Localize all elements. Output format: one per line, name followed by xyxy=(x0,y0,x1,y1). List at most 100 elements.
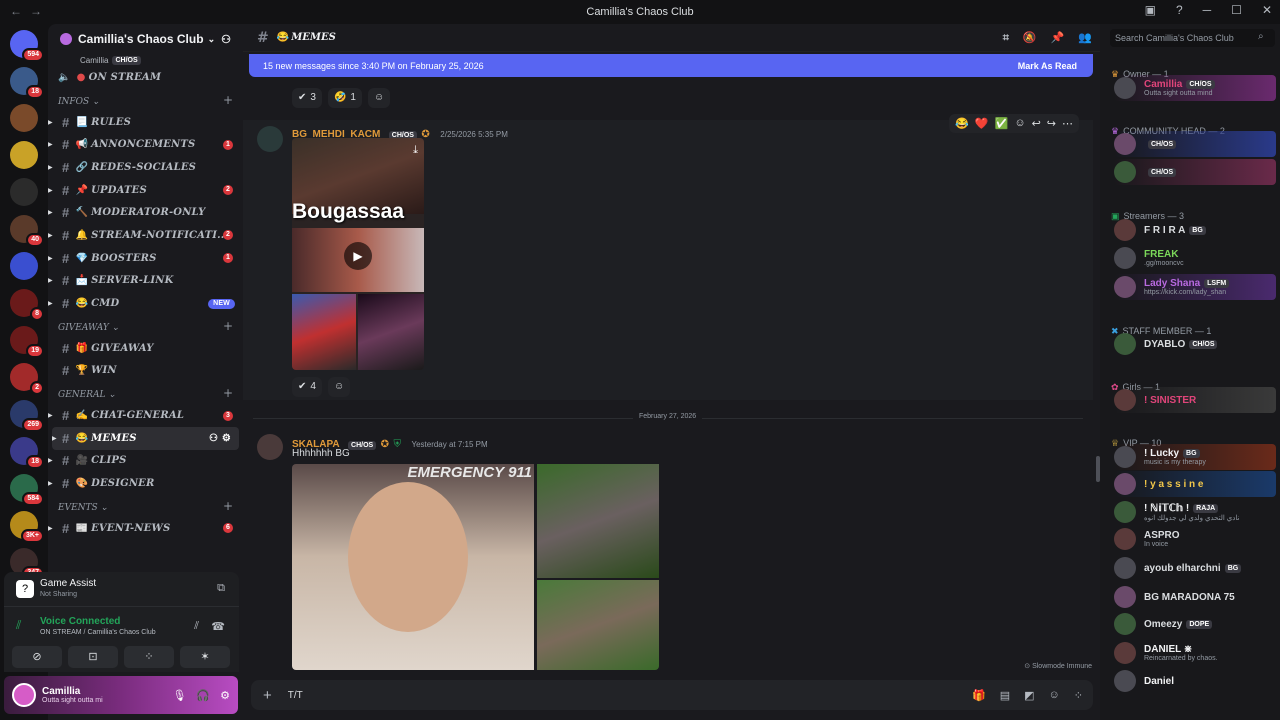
category-events[interactable]: EVENTS ⌄ + xyxy=(48,495,243,517)
reaction[interactable]: ✔ 4 xyxy=(292,376,322,397)
member-item[interactable]: Camillia CH/OS Outta sight outta mind xyxy=(1114,75,1276,101)
server-icon[interactable]: 584 xyxy=(10,474,44,506)
server-icon[interactable]: 8 xyxy=(10,289,44,321)
voice-user-row[interactable]: Camillia CH/OS xyxy=(48,54,243,66)
channel-redes-sociales[interactable]: ▶ # 🔗 REDES-SOCIALES xyxy=(48,156,243,179)
add-reaction-icon[interactable]: ☺ xyxy=(1014,117,1025,130)
member-item[interactable]: CH/OS xyxy=(1114,159,1276,185)
minimize-button[interactable]: ─ xyxy=(1203,3,1212,17)
member-item[interactable]: ! y a s s i n e xyxy=(1114,471,1276,497)
server-icon[interactable] xyxy=(10,141,38,169)
maximize-button[interactable]: ☐ xyxy=(1231,3,1242,17)
server-icon[interactable]: 3K+ xyxy=(10,511,44,543)
image-attachment[interactable] xyxy=(537,580,659,670)
emoji-icon[interactable]: ☺ xyxy=(1049,689,1060,702)
category-infos[interactable]: INFOS ⌄ + xyxy=(48,89,243,111)
channel-clips[interactable]: ▶ # 🎥 CLIPS xyxy=(48,450,243,473)
laugh-react-icon[interactable]: 😂 xyxy=(955,117,969,130)
reaction[interactable]: ✔ 3 xyxy=(292,87,322,108)
add-reaction-icon[interactable]: ☺ xyxy=(327,376,351,397)
server-icon[interactable]: 2 xyxy=(10,363,44,395)
image-attachment[interactable]: EMERGENCY 911 xyxy=(292,464,534,670)
noise-suppression-icon[interactable]: ⫽ xyxy=(194,620,199,633)
new-messages-banner[interactable]: 15 new messages since 3:40 PM on Februar… xyxy=(249,54,1093,77)
member-item[interactable]: F R I R A BG xyxy=(1114,217,1276,243)
gear-icon[interactable]: ⚙ xyxy=(220,689,230,702)
member-item[interactable]: DANIEL ⋇ Reincarnated by chaos. xyxy=(1114,640,1276,666)
add-channel-icon[interactable]: + xyxy=(223,386,233,400)
gift-icon[interactable]: 🎁 xyxy=(972,689,986,702)
sticker-icon[interactable]: ◩ xyxy=(1024,689,1034,702)
forward-icon[interactable]: ↪ xyxy=(1047,117,1056,130)
apps-icon[interactable]: ⁘ xyxy=(1074,689,1083,702)
member-item[interactable]: CH/OS xyxy=(1114,131,1276,157)
server-icon[interactable] xyxy=(10,252,38,280)
channel-settings-icon[interactable]: ⚇ ⚙ xyxy=(209,433,231,444)
microphone-icon[interactable]: 🎙 xyxy=(172,689,186,702)
channel-boosters[interactable]: ▶ # 💎 BOOSTERS 1 xyxy=(48,247,243,270)
member-list-icon[interactable]: 👥 xyxy=(1078,31,1092,45)
add-channel-icon[interactable]: + xyxy=(223,319,233,333)
add-reaction-icon[interactable]: ☺ xyxy=(367,87,391,108)
reaction[interactable]: 🤣 1 xyxy=(327,87,362,108)
activities-button[interactable]: ⁘ xyxy=(124,646,174,668)
avatar[interactable] xyxy=(12,683,36,707)
reply-icon[interactable]: ↩ xyxy=(1032,117,1041,130)
channel-chat-general[interactable]: ▶ # ✍ CHAT-GENERAL 3 xyxy=(48,404,243,427)
server-icon[interactable]: 18 xyxy=(10,67,44,99)
help-icon[interactable]: ? xyxy=(1176,3,1183,17)
server-icon[interactable]: 19 xyxy=(10,326,44,358)
pin-icon[interactable]: 📌 xyxy=(1051,31,1065,45)
channel-memes[interactable]: ▶ # 😂 MEMES ⚇ ⚙ xyxy=(52,426,239,450)
channel-annoncements[interactable]: ▶ # 📢 ANNONCEMENTS 1 xyxy=(48,133,243,156)
member-item[interactable]: DYABLO CH/OS xyxy=(1114,331,1276,357)
member-item[interactable]: ayoub elharchni BG xyxy=(1114,555,1276,581)
member-item[interactable]: ! Lucky BG music is my therapy xyxy=(1114,444,1276,470)
channel-updates[interactable]: ▶ # 📌 UPDATES 2 xyxy=(48,179,243,202)
more-icon[interactable]: ⋯ xyxy=(1062,117,1073,130)
screen-share-button[interactable]: ⊡ xyxy=(68,646,118,668)
mark-as-read-button[interactable]: Mark As Read xyxy=(1018,61,1077,71)
gif-icon[interactable]: ▤ xyxy=(1000,689,1010,702)
download-icon[interactable]: ⤓ xyxy=(413,144,418,157)
member-item[interactable]: BG MARADONA 75 xyxy=(1114,584,1276,610)
member-item[interactable]: Omeezy DOPE xyxy=(1114,611,1276,637)
server-icon[interactable] xyxy=(10,104,38,132)
server-header[interactable]: Camillia's Chaos Club ⌄ ⚇ xyxy=(48,24,243,54)
message-input[interactable]: T/T xyxy=(288,690,303,701)
video-embed[interactable]: Bougassaa ▶ ⤓ xyxy=(292,138,424,370)
channel-stream-notificati[interactable]: ▶ # 🔔 STREAM-NOTIFICATI... 2 xyxy=(48,224,243,247)
add-channel-icon[interactable]: + xyxy=(223,499,233,513)
server-icon[interactable]: 594 xyxy=(10,30,44,62)
member-item[interactable]: Daniel xyxy=(1114,668,1276,694)
channel-rules[interactable]: ▶ # 📃 RULES xyxy=(48,111,243,134)
threads-icon[interactable]: ⌗ xyxy=(1003,31,1009,45)
server-icon[interactable]: 40 xyxy=(10,215,44,247)
voice-channel-on-stream[interactable]: 🔈 ● ON STREAM xyxy=(48,66,243,89)
channel-moderator-only[interactable]: ▶ # 🔨 MODERATOR-ONLY xyxy=(48,201,243,224)
channel-giveaway[interactable]: # 🎁 GIVEAWAY xyxy=(48,337,243,360)
member-item[interactable]: FREAK .gg/mooncvc xyxy=(1114,245,1276,271)
channel-cmd[interactable]: ▶ # 😂 CMD NEW xyxy=(48,292,243,315)
disconnect-icon[interactable]: ☎ xyxy=(211,620,225,633)
member-item[interactable]: ! SINISTER xyxy=(1114,387,1276,413)
camera-off-button[interactable]: ⊘ xyxy=(12,646,62,668)
member-item[interactable]: Lady Shana LSFM https://kick.com/lady_shan xyxy=(1114,274,1276,300)
headphones-icon[interactable]: 🎧 xyxy=(196,689,210,702)
search-input[interactable]: Search Camillia's Chaos Club xyxy=(1110,29,1275,47)
mute-icon[interactable]: 🔕 xyxy=(1023,31,1037,45)
avatar[interactable] xyxy=(257,434,283,460)
play-icon[interactable]: ▶ xyxy=(344,242,372,270)
add-channel-icon[interactable]: + xyxy=(223,93,233,107)
inbox-icon[interactable]: ▣ xyxy=(1145,3,1156,17)
server-icon[interactable]: 18 xyxy=(10,437,44,469)
server-icon[interactable]: 269 xyxy=(10,400,44,432)
close-button[interactable]: ✕ xyxy=(1262,3,1272,17)
channel-designer[interactable]: ▶ # 🎨 DESIGNER xyxy=(48,472,243,495)
screen-share-icon[interactable]: ⧉ xyxy=(217,582,225,595)
check-react-icon[interactable]: ✅ xyxy=(995,117,1009,130)
member-item[interactable]: ! ℕ𝕚𝕋ℂ𝕙 ! RAJA نادي التحدي ولدي لي جدولك ا… xyxy=(1114,499,1276,525)
channel-win[interactable]: # 🏆 WIN xyxy=(48,360,243,383)
server-icon[interactable] xyxy=(10,178,38,206)
channel-server-link[interactable]: ▶ # 📩 SERVER-LINK xyxy=(48,270,243,293)
